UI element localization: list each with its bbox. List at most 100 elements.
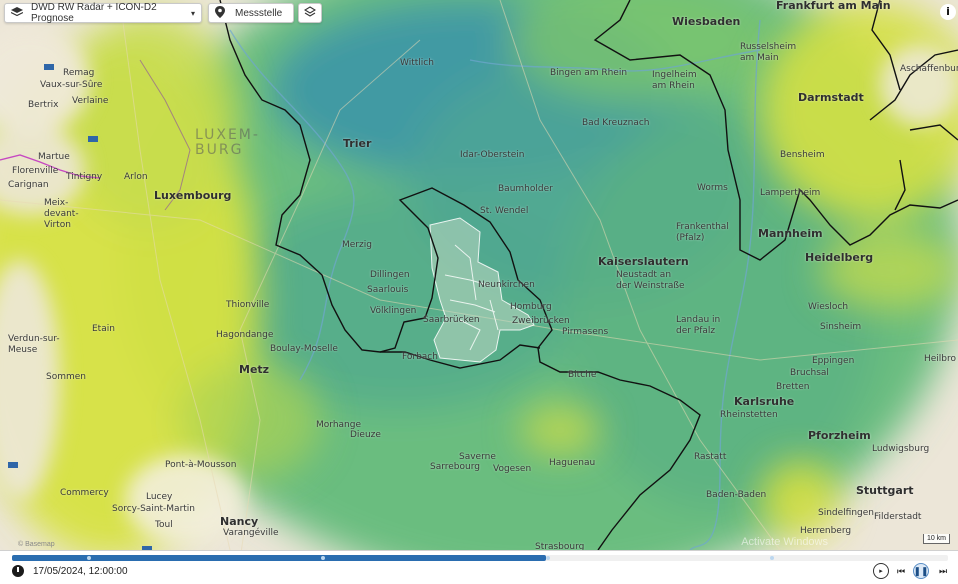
town-label-landau: Landau in der Pfalz: [676, 315, 721, 336]
timeline-slider[interactable]: [12, 555, 948, 561]
speed-icon[interactable]: ▸: [873, 563, 889, 579]
layer-select-label: DWD RW Radar + ICON-D2 Prognose: [31, 2, 157, 24]
town-label-wittlich: Wittlich: [400, 58, 434, 68]
town-label-neunkirchen: Neunkirchen: [478, 280, 535, 290]
town-label-baumholder: Baumholder: [498, 184, 553, 194]
town-label-volklingen: Völklingen: [370, 306, 417, 316]
town-label-dieuze: Dieuze: [350, 430, 381, 440]
town-label-meix: Meix- devant- Virton: [44, 198, 79, 230]
town-label-commercy: Commercy: [60, 488, 109, 498]
town-label-hagondange: Hagondange: [216, 330, 274, 340]
town-label-pirmasens: Pirmasens: [562, 327, 609, 337]
scale-bar: 10 km: [922, 534, 950, 544]
town-label-worms: Worms: [697, 183, 728, 193]
attribution: © Basemap: [18, 541, 55, 548]
town-label-saarlouis: Saarlouis: [367, 285, 409, 295]
town-label-tintigny: Tintigny: [66, 172, 103, 182]
town-label-trier: Trier: [343, 137, 372, 150]
layers-toggle-button[interactable]: [298, 3, 322, 23]
town-label-bensheim: Bensheim: [780, 150, 825, 160]
layer-select[interactable]: DWD RW Radar + ICON-D2 Prognose ▾: [4, 2, 202, 24]
town-label-bertrix: Bertrix: [28, 100, 59, 110]
town-label-arlon: Arlon: [124, 172, 148, 182]
town-label-thionville: Thionville: [226, 300, 270, 310]
town-label-neustadt: Neustadt an der Weinstraße: [616, 270, 685, 291]
timeline-tick[interactable]: [770, 556, 775, 560]
layers-icon: [10, 6, 24, 20]
station-label: Messstelle: [235, 7, 283, 19]
town-label-aschaffenburg: Aschaffenburg: [900, 64, 958, 74]
town-label-pontamousson: Pont-à-Mousson: [165, 460, 237, 470]
town-label-heilbronn: Heilbro: [924, 354, 957, 364]
stack-icon: [303, 5, 317, 21]
windows-watermark: Activate Windows: [741, 536, 828, 548]
town-label-sinsheim: Sinsheim: [820, 322, 862, 332]
town-label-sarrebourg: Sarrebourg: [430, 462, 480, 472]
town-label-sindelfingen: Sindelfingen: [818, 508, 874, 518]
timeline-tick[interactable]: [545, 556, 550, 560]
town-label-carignan: Carignan: [8, 180, 49, 190]
town-label-ludwigsburg: Ludwigsburg: [872, 444, 930, 454]
town-label-saverne: Saverne: [459, 452, 496, 462]
town-label-varangeville: Varangéville: [223, 528, 279, 538]
town-label-frankfurt: Frankfurt am Main: [776, 0, 891, 12]
map-pin-icon: [215, 5, 225, 21]
town-label-vaux: Vaux-sur-Sûre: [40, 80, 103, 90]
step-back-button[interactable]: ⏮: [893, 563, 909, 579]
town-label-frankenthal: Frankenthal (Pfalz): [676, 222, 729, 243]
station-button[interactable]: Messstelle: [208, 3, 294, 23]
town-label-dillingen: Dillingen: [370, 270, 410, 280]
timeline-tick[interactable]: [86, 556, 91, 560]
town-label-kaiserslautern: Kaiserslautern: [598, 255, 689, 268]
town-label-bingen: Bingen am Rhein: [550, 68, 628, 78]
town-label-merzig: Merzig: [342, 240, 372, 250]
town-label-zweibrucken: Zweibrücken: [512, 316, 570, 326]
town-label-stwendel: St. Wendel: [480, 206, 529, 216]
town-label-verlaine: Verlaine: [72, 96, 109, 106]
town-label-stuttgart: Stuttgart: [856, 484, 914, 497]
timeline-bar: 17/05/2024, 12:00:00 ▸ ⏮ ❚❚ ⏭: [0, 550, 958, 584]
town-label-bruchsal: Bruchsal: [790, 368, 829, 378]
town-label-ingelheim: Ingelheim am Rhein: [652, 70, 697, 91]
town-label-bretten: Bretten: [776, 382, 810, 392]
step-forward-button[interactable]: ⏭: [935, 563, 951, 579]
town-label-darmstadt: Darmstadt: [798, 91, 864, 104]
town-label-homburg: Homburg: [510, 302, 552, 312]
town-label-idar: Idar-Oberstein: [460, 150, 525, 160]
town-label-badkreuznach: Bad Kreuznach: [582, 118, 650, 128]
town-label-etain: Etain: [92, 324, 115, 334]
town-label-wiesbaden: Wiesbaden: [672, 15, 741, 28]
town-label-haguenau: Haguenau: [549, 458, 596, 468]
town-label-rastatt: Rastatt: [694, 452, 727, 462]
town-label-eppingen: Eppingen: [812, 356, 855, 366]
town-label-toul: Toul: [155, 520, 173, 530]
town-label-luxembourg: Luxembourg: [154, 189, 232, 202]
chevron-down-icon: ▾: [190, 8, 195, 18]
timeline-progress: [12, 555, 546, 561]
town-label-karlsruhe: Karlsruhe: [734, 395, 795, 408]
town-label-forbach: Forbach: [402, 352, 438, 362]
town-label-wiesloch: Wiesloch: [808, 302, 849, 312]
town-label-remag: Remag: [63, 68, 95, 78]
town-label-nancy: Nancy: [220, 515, 259, 528]
town-label-metz: Metz: [239, 363, 270, 376]
clock-icon: [12, 565, 24, 577]
country-label-lux: LUXEM- BURG: [195, 127, 260, 158]
town-label-verdun: Verdun-sur- Meuse: [8, 334, 60, 355]
town-label-filderstadt: Filderstadt: [874, 512, 922, 522]
town-label-mannheim: Mannheim: [758, 227, 823, 240]
town-label-heidelberg: Heidelberg: [805, 251, 874, 264]
town-label-russelsheim: Russelsheim am Main: [740, 42, 797, 63]
town-label-lucey: Lucey: [146, 492, 173, 502]
radar-map[interactable]: LUXEM- BURG Remag Vaux-sur-Sûre Bertrix Ver…: [0, 0, 958, 552]
town-label-sorcy: Sorcy-Saint-Martin: [112, 504, 196, 514]
town-label-martue: Martue: [38, 152, 70, 162]
town-label-badenbaden: Baden-Baden: [706, 490, 767, 500]
town-label-lampertheim: Lampertheim: [760, 188, 821, 198]
town-label-rheinstetten: Rheinstetten: [720, 410, 778, 420]
pause-button[interactable]: ❚❚: [913, 563, 929, 579]
town-label-sommen: Sommen: [46, 372, 86, 382]
timeline-tick[interactable]: [320, 556, 325, 560]
town-label-bitche: Bitche: [568, 370, 597, 380]
info-button[interactable]: i: [940, 4, 956, 20]
